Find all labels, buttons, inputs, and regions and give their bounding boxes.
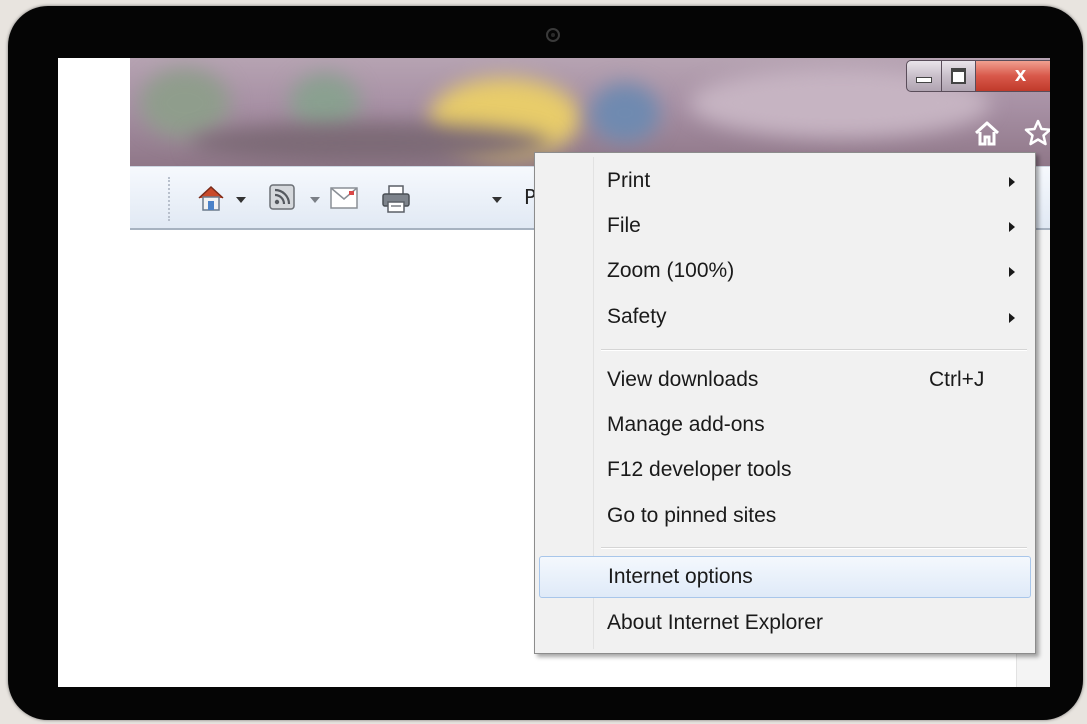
mail-icon[interactable] <box>330 187 358 209</box>
menu-item-label: Go to pinned sites <box>607 504 777 527</box>
maximize-button[interactable] <box>942 60 976 92</box>
menu-item-go-to-pinned-sites[interactable]: Go to pinned sites <box>539 496 1031 538</box>
home-icon[interactable] <box>972 118 1002 148</box>
maximize-icon <box>951 68 966 84</box>
menu-item-manage-add-ons[interactable]: Manage add-ons <box>539 405 1031 447</box>
minimize-icon <box>916 77 932 83</box>
menu-item-view-downloads[interactable]: View downloads Ctrl+J <box>539 360 1031 402</box>
home-cmd-icon[interactable] <box>196 183 226 213</box>
close-button[interactable]: X <box>976 60 1050 92</box>
blurred-tab-thumbnail <box>140 68 230 138</box>
menu-item-label: About Internet Explorer <box>607 611 823 634</box>
menu-item-label: View downloads <box>607 368 759 391</box>
submenu-arrow-icon <box>1009 313 1015 323</box>
menu-item-label: Internet options <box>608 565 753 588</box>
feed-dropdown-caret[interactable] <box>310 197 320 203</box>
minimize-button[interactable] <box>906 60 942 92</box>
menu-separator <box>601 349 1027 351</box>
close-icon: X <box>1014 67 1027 85</box>
menu-item-label: Safety <box>607 305 667 328</box>
menu-item-label: File <box>607 214 641 237</box>
menu-item-about-internet-explorer[interactable]: About Internet Explorer <box>539 603 1031 645</box>
menu-item-internet-options[interactable]: Internet options <box>539 556 1031 598</box>
menu-item-print[interactable]: Print <box>539 161 1031 203</box>
submenu-arrow-icon <box>1009 177 1015 187</box>
printer-icon[interactable] <box>380 183 412 215</box>
menu-item-label: Manage add-ons <box>607 413 765 436</box>
title-bar: X <box>130 58 1050 166</box>
blurred-address-area <box>190 123 550 163</box>
submenu-arrow-icon <box>1009 222 1015 232</box>
menu-item-label: Zoom (100%) <box>607 259 735 282</box>
camera-icon <box>546 28 560 42</box>
window-controls: X <box>906 60 1050 92</box>
menu-item-zoom[interactable]: Zoom (100%) <box>539 251 1031 293</box>
menu-item-shortcut: Ctrl+J <box>929 368 985 391</box>
rss-feed-icon[interactable] <box>268 183 296 211</box>
toolbar-grip[interactable] <box>168 177 170 221</box>
print-dropdown-caret[interactable] <box>492 197 502 203</box>
menu-item-file[interactable]: File <box>539 206 1031 248</box>
star-icon[interactable] <box>1023 118 1050 148</box>
menu-item-label: Print <box>607 169 651 192</box>
home-dropdown-caret[interactable] <box>236 197 246 203</box>
menu-item-label: F12 developer tools <box>607 458 792 481</box>
submenu-arrow-icon <box>1009 267 1015 277</box>
menu-item-f12-developer-tools[interactable]: F12 developer tools <box>539 450 1031 492</box>
menu-separator <box>601 547 1027 549</box>
tools-menu: Print File Zoom (100%) Safety View downl… <box>534 152 1036 654</box>
blurred-tab-thumbnail <box>590 83 660 143</box>
menu-item-safety[interactable]: Safety <box>539 297 1031 339</box>
